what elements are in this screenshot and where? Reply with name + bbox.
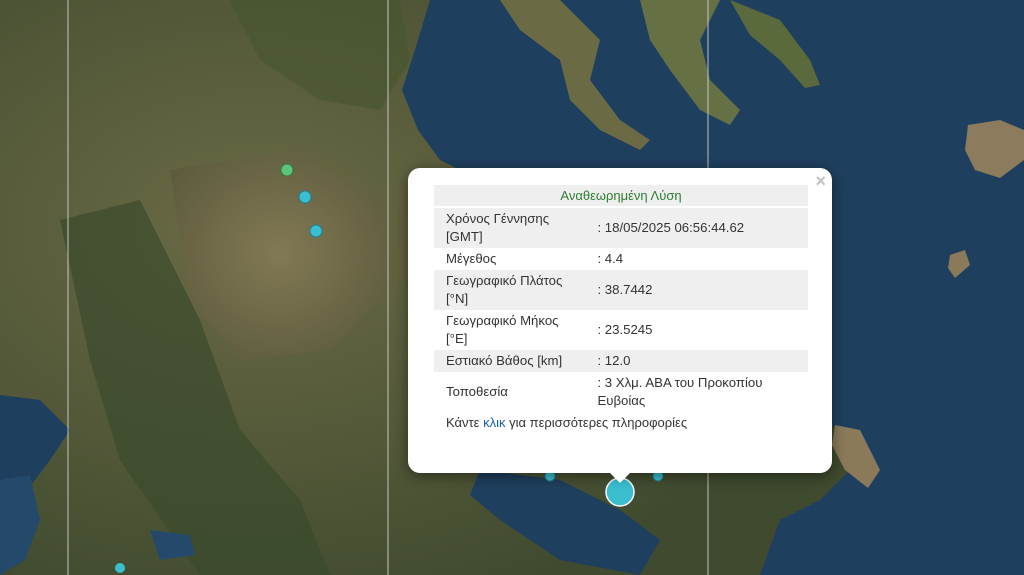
table-row: Μέγεθος : 4.4 <box>434 248 808 270</box>
row-label: Γεωγραφικό Πλάτος [°N] <box>434 270 592 310</box>
more-info-link[interactable]: κλικ <box>483 415 505 430</box>
row-value: : 4.4 <box>597 251 624 266</box>
more-suffix: για περισσότερες πληροφορίες <box>509 415 688 430</box>
earthquake-popup: × Αναθεωρημένη Λύση Χρόνος Γέννησης [GMT… <box>408 168 832 483</box>
table-row: Γεωγραφικό Μήκος [°E] : 23.5245 <box>434 310 808 350</box>
row-label: Μέγεθος <box>446 251 497 266</box>
row-label: Χρόνος Γέννησης [GMT] <box>434 208 592 248</box>
popup-content: Αναθεωρημένη Λύση Χρόνος Γέννησης [GMT] … <box>434 185 808 430</box>
row-label: Γεωγραφικό Μήκος [°E] <box>446 313 559 346</box>
row-value: : 12.0 <box>591 350 808 372</box>
table-row: Χρόνος Γέννησης [GMT] : 18/05/2025 06:56… <box>434 208 808 248</box>
table-row: Γεωγραφικό Πλάτος [°N] : 38.7442 <box>434 270 808 310</box>
more-info-text: Κάντε κλικ για περισσότερες πληροφορίες <box>434 415 808 430</box>
row-label: Εστιακό Βάθος [km] <box>434 350 592 372</box>
close-icon[interactable]: × <box>815 172 826 190</box>
earthquake-marker[interactable] <box>298 190 312 204</box>
table-row: Τοποθεσία : 3 Χλμ. ΑΒΑ του Προκοπίου Ευβ… <box>434 372 808 412</box>
table-row: Εστιακό Βάθος [km] : 12.0 <box>434 350 808 372</box>
row-label: Τοποθεσία <box>446 384 508 399</box>
row-value: : 3 Χλμ. ΑΒΑ του Προκοπίου Ευβοίας <box>597 375 763 408</box>
popup-title: Αναθεωρημένη Λύση <box>434 185 808 206</box>
more-prefix: Κάντε <box>446 415 480 430</box>
row-value: : 18/05/2025 06:56:44.62 <box>591 208 808 248</box>
earthquake-details-table: Χρόνος Γέννησης [GMT] : 18/05/2025 06:56… <box>434 208 808 412</box>
popup-tip <box>609 472 631 483</box>
row-value: : 38.7442 <box>591 270 808 310</box>
earthquake-marker-older[interactable] <box>280 163 294 177</box>
row-value: : 23.5245 <box>597 322 653 337</box>
earthquake-marker[interactable] <box>309 224 323 238</box>
marker-corner <box>115 563 125 573</box>
